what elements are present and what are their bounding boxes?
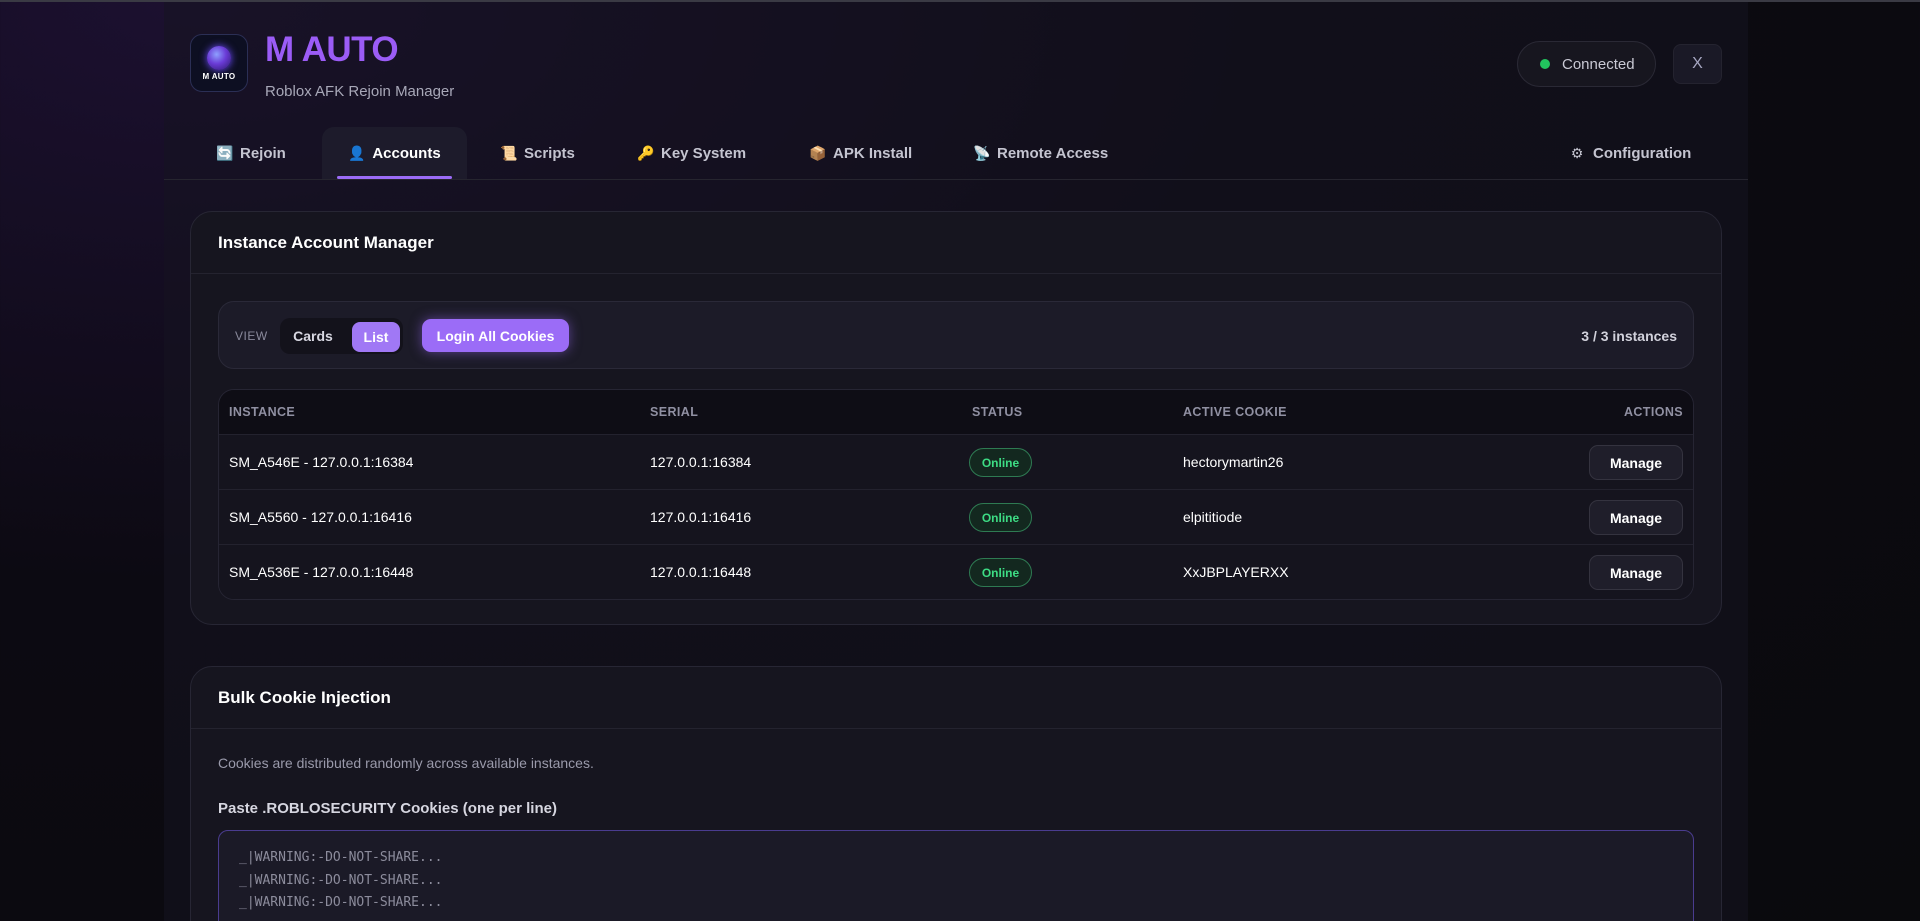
view-toolbar: VIEW Cards List Login All Cookies 3 / 3 …	[218, 301, 1694, 369]
account-manager-title: Instance Account Manager	[191, 212, 1721, 274]
table-row: SM_A546E - 127.0.0.1:16384 127.0.0.1:163…	[219, 434, 1693, 489]
column-header-status: STATUS	[972, 405, 1023, 419]
tab-bar-divider	[164, 179, 1748, 180]
app-subtitle: Roblox AFK Rejoin Manager	[265, 83, 455, 100]
tab-label: APK Install	[833, 144, 913, 162]
serial-cell: 127.0.0.1:16384	[650, 454, 752, 470]
cookie-cell: elpititiode	[1183, 509, 1243, 525]
tab-label: Configuration	[1593, 144, 1692, 162]
column-header-serial: SERIAL	[650, 405, 699, 419]
cookies-field-label: Paste .ROBLOSECURITY Cookies (one per li…	[218, 800, 557, 817]
bulk-cookie-card: Bulk Cookie Injection Cookies are distri…	[190, 666, 1722, 921]
manage-button[interactable]: Manage	[1589, 555, 1683, 590]
login-all-cookies-button[interactable]: Login All Cookies	[422, 319, 569, 352]
connection-status-label: Connected	[1562, 55, 1635, 73]
cookie-line: _|WARNING:-DO-NOT-SHARE...	[239, 872, 443, 888]
tab-key-system[interactable]: 🔑 Key System	[637, 127, 746, 179]
view-cards-button[interactable]: Cards	[288, 318, 338, 354]
table-row: SM_A536E - 127.0.0.1:16448 127.0.0.1:164…	[219, 544, 1693, 599]
tab-label: Rejoin	[240, 144, 286, 162]
view-toggle: Cards List	[280, 318, 403, 354]
account-manager-card: Instance Account Manager VIEW Cards List…	[190, 211, 1722, 625]
column-header-actions: ACTIONS	[1623, 405, 1683, 419]
cookie-line: _|WARNING:-DO-NOT-SHARE...	[239, 850, 443, 865]
status-badge: Online	[969, 448, 1032, 477]
package-icon: 📦	[809, 144, 827, 161]
tab-configuration[interactable]: ⚙ Configuration	[1569, 127, 1692, 179]
tab-remote-access[interactable]: 📡 Remote Access	[973, 127, 1108, 179]
cookie-cell: XxJBPLAYERXX	[1183, 564, 1289, 580]
instance-cell: SM_A546E - 127.0.0.1:16384	[229, 454, 414, 470]
status-badge: Online	[969, 558, 1032, 587]
gear-icon: ⚙	[1570, 144, 1584, 161]
close-button[interactable]: X	[1673, 44, 1722, 84]
manage-button[interactable]: Manage	[1589, 445, 1683, 480]
instances-table: INSTANCE SERIAL STATUS ACTIVE COOKIE ACT…	[218, 389, 1694, 600]
bulk-description: Cookies are distributed randomly across …	[218, 755, 594, 771]
instance-count: 3 / 3 instances	[1581, 328, 1677, 344]
cookie-cell: hectorymartin26	[1183, 454, 1284, 470]
connected-dot-icon	[1540, 59, 1550, 69]
scroll-icon: 📜	[500, 144, 518, 161]
tab-accounts[interactable]: 👤 Accounts	[322, 127, 467, 179]
cookies-textarea[interactable]: _|WARNING:-DO-NOT-SHARE... _|WARNING:-DO…	[218, 830, 1694, 921]
tab-rejoin[interactable]: 🔄 Rejoin	[216, 127, 286, 179]
tab-label: Scripts	[524, 144, 575, 162]
view-list-button[interactable]: List	[352, 322, 400, 352]
tab-scripts[interactable]: 📜 Scripts	[500, 127, 575, 179]
column-header-active-cookie: ACTIVE COOKIE	[1183, 405, 1287, 419]
user-icon: 👤	[348, 144, 366, 161]
connection-status: Connected	[1517, 41, 1656, 87]
bulk-cookie-title: Bulk Cookie Injection	[191, 667, 1721, 729]
app-logo: M AUTO	[190, 34, 248, 92]
tab-label: Remote Access	[997, 144, 1109, 162]
instance-cell: SM_A536E - 127.0.0.1:16448	[229, 564, 414, 580]
manage-button[interactable]: Manage	[1589, 500, 1683, 535]
instance-cell: SM_A5560 - 127.0.0.1:16416	[229, 509, 412, 525]
status-badge: Online	[969, 503, 1032, 532]
tab-apk-install[interactable]: 📦 APK Install	[809, 127, 912, 179]
tab-label: Key System	[661, 144, 747, 162]
serial-cell: 127.0.0.1:16416	[650, 509, 752, 525]
tab-label: Accounts	[372, 144, 441, 162]
logo-text: M AUTO	[202, 71, 236, 81]
logo-emblem-icon	[207, 45, 231, 70]
column-header-instance: INSTANCE	[229, 405, 296, 419]
satellite-icon: 📡	[973, 144, 991, 161]
app-title: M AUTO	[265, 30, 399, 69]
table-header: INSTANCE SERIAL STATUS ACTIVE COOKIE ACT…	[219, 390, 1693, 434]
refresh-icon: 🔄	[216, 144, 234, 161]
view-label: VIEW	[235, 329, 268, 343]
table-row: SM_A5560 - 127.0.0.1:16416 127.0.0.1:164…	[219, 489, 1693, 544]
cookie-line: _|WARNING:-DO-NOT-SHARE...	[239, 895, 443, 910]
key-icon: 🔑	[637, 144, 655, 161]
serial-cell: 127.0.0.1:16448	[650, 564, 752, 580]
